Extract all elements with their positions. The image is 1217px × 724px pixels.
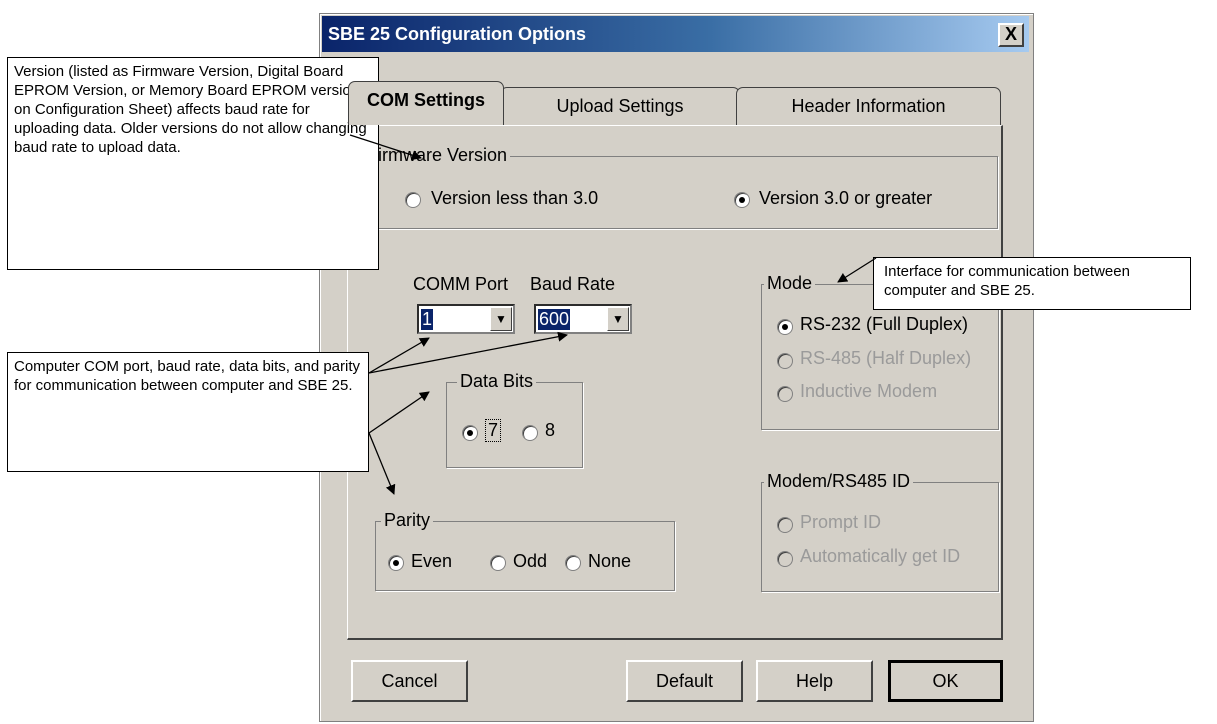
- firmware-version-group: Firmware Version Version less than 3.0 V…: [360, 145, 998, 229]
- tab-com-settings[interactable]: COM Settings: [348, 81, 504, 125]
- tab-label: Upload Settings: [556, 96, 684, 116]
- dialog-title: SBE 25 Configuration Options: [328, 24, 587, 44]
- chevron-down-icon[interactable]: ▼: [607, 307, 629, 331]
- radio-data-bits-8[interactable]: [522, 425, 538, 441]
- radio-version-3-or-greater[interactable]: [734, 192, 750, 208]
- baud-rate-value: 600: [538, 309, 571, 330]
- radio-label: Prompt ID: [800, 512, 882, 532]
- radio-label: 8: [545, 420, 556, 440]
- radio-label: Version less than 3.0: [431, 188, 599, 208]
- tab-label: COM Settings: [366, 90, 485, 110]
- comm-port-select[interactable]: 1 ▼: [417, 304, 515, 334]
- radio-label: Even: [411, 551, 453, 571]
- radio-label: None: [588, 551, 632, 571]
- close-button[interactable]: X: [998, 23, 1024, 47]
- radio-auto-id: [777, 551, 793, 567]
- baud-rate-label: Baud Rate: [530, 274, 616, 294]
- firmware-version-legend: Firmware Version: [364, 145, 511, 166]
- chevron-down-icon[interactable]: ▼: [490, 307, 512, 331]
- radio-prompt-id: [777, 517, 793, 533]
- radio-label: 7: [485, 419, 502, 442]
- radio-label: RS-485 (Half Duplex): [800, 348, 972, 368]
- callout-version: Version (listed as Firmware Version, Dig…: [7, 57, 379, 270]
- baud-rate-select[interactable]: 600 ▼: [534, 304, 632, 334]
- radio-label: Inductive Modem: [800, 381, 938, 401]
- parity-group: Parity Even Odd None: [375, 510, 675, 591]
- title-bar[interactable]: SBE 25 Configuration Options X: [322, 16, 1029, 52]
- comm-port-label: COMM Port: [413, 274, 509, 294]
- radio-label: Version 3.0 or greater: [759, 188, 933, 208]
- tab-upload-settings[interactable]: Upload Settings: [500, 87, 740, 125]
- config-dialog: SBE 25 Configuration Options X COM Setti…: [319, 13, 1034, 722]
- help-button[interactable]: Help: [756, 660, 873, 702]
- radio-data-bits-7[interactable]: [462, 425, 478, 441]
- radio-label: RS-232 (Full Duplex): [800, 314, 969, 334]
- tab-label: Header Information: [791, 96, 946, 116]
- tab-header-information[interactable]: Header Information: [736, 87, 1001, 125]
- radio-version-less-3[interactable]: [405, 192, 421, 208]
- radio-label: Automatically get ID: [800, 546, 961, 566]
- radio-mode-rs232[interactable]: [777, 319, 793, 335]
- radio-label: Odd: [513, 551, 548, 571]
- callout-interface: Interface for communication between comp…: [873, 257, 1191, 310]
- radio-parity-odd[interactable]: [490, 555, 506, 571]
- radio-mode-rs485: [777, 353, 793, 369]
- radio-parity-even[interactable]: [388, 555, 404, 571]
- cancel-button[interactable]: Cancel: [351, 660, 468, 702]
- modem-id-legend: Modem/RS485 ID: [764, 471, 914, 492]
- default-button[interactable]: Default: [626, 660, 743, 702]
- data-bits-group: Data Bits 7 8: [446, 371, 583, 468]
- modem-id-group: Modem/RS485 ID Prompt ID Automatically g…: [761, 471, 999, 592]
- mode-legend: Mode: [764, 273, 816, 294]
- callout-com: Computer COM port, baud rate, data bits,…: [7, 352, 369, 472]
- radio-mode-inductive: [777, 386, 793, 402]
- radio-parity-none[interactable]: [565, 555, 581, 571]
- ok-button[interactable]: OK: [888, 660, 1003, 702]
- comm-port-value: 1: [421, 309, 434, 330]
- data-bits-legend: Data Bits: [457, 371, 537, 392]
- parity-legend: Parity: [381, 510, 434, 531]
- close-icon: X: [1004, 24, 1017, 44]
